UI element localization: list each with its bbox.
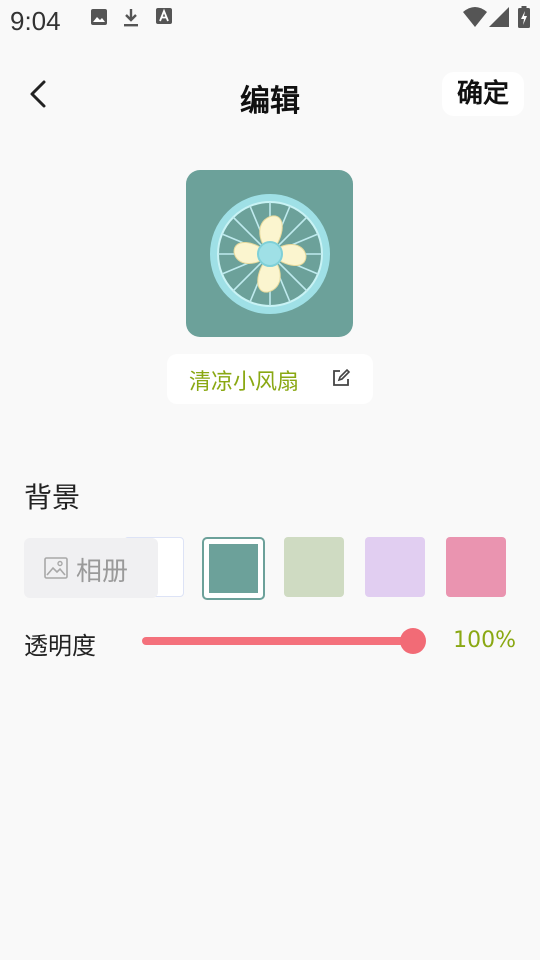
image-notification-icon [91, 9, 107, 25]
text-notification-icon [156, 8, 172, 24]
status-bar: 9:04 [0, 0, 540, 44]
wifi-icon [463, 7, 487, 27]
widget-name: 清凉小风扇 [189, 370, 300, 395]
fan-icon [210, 194, 330, 314]
swatch-teal-selected[interactable] [202, 537, 265, 600]
swatch-pink[interactable] [446, 537, 506, 597]
opacity-value: 100% [453, 628, 516, 653]
swatch-lavender[interactable] [365, 537, 425, 597]
image-icon [44, 557, 68, 579]
download-notification-icon [124, 9, 138, 27]
opacity-slider-track[interactable] [142, 637, 414, 645]
battery-icon [518, 6, 530, 28]
opacity-slider-thumb[interactable] [400, 628, 426, 654]
confirm-button[interactable]: 确定 [442, 72, 524, 116]
widget-preview-icon [186, 170, 353, 337]
cellular-signal-icon [489, 7, 509, 27]
album-label: 相册 [76, 557, 129, 587]
opacity-label: 透明度 [24, 632, 96, 660]
status-time: 9:04 [10, 6, 61, 36]
top-bar: 编辑 确定 [0, 60, 540, 130]
swatch-sage[interactable] [284, 537, 344, 597]
widget-name-field[interactable]: 清凉小风扇 [167, 354, 373, 404]
swatch-teal-fill [209, 544, 258, 593]
album-button[interactable]: 相册 [24, 538, 158, 598]
background-section-label: 背景 [24, 481, 81, 514]
edit-icon[interactable] [331, 368, 351, 388]
